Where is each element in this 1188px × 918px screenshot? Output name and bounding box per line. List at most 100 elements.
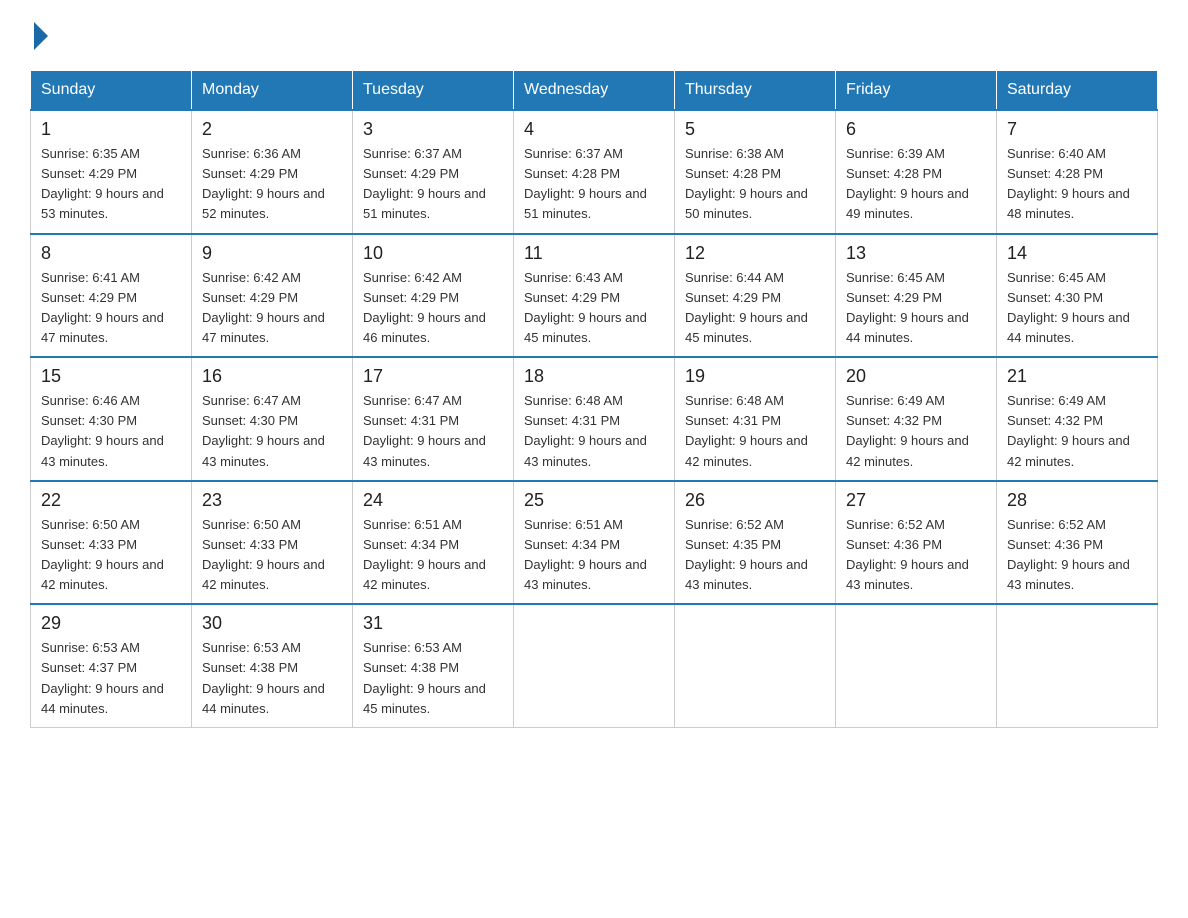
calendar-cell: 10Sunrise: 6:42 AMSunset: 4:29 PMDayligh… [353, 234, 514, 358]
weekday-header-wednesday: Wednesday [514, 71, 675, 111]
weekday-header-saturday: Saturday [997, 71, 1158, 111]
calendar-cell: 4 Sunrise: 6:37 AMSunset: 4:28 PMDaylight… [514, 110, 675, 234]
day-number: 8 [41, 243, 181, 264]
day-number: 13 [846, 243, 986, 264]
day-number: 28 [1007, 490, 1147, 511]
day-info: Sunrise: 6:39 AMSunset: 4:28 PMDaylight:… [846, 144, 986, 225]
day-number: 2 [202, 119, 342, 140]
day-info: Sunrise: 6:42 AMSunset: 4:29 PMDaylight:… [202, 268, 342, 349]
day-info: Sunrise: 6:50 AMSunset: 4:33 PMDaylight:… [202, 515, 342, 596]
calendar-cell [836, 604, 997, 727]
day-number: 9 [202, 243, 342, 264]
day-number: 12 [685, 243, 825, 264]
day-number: 11 [524, 243, 664, 264]
calendar-cell: 14 Sunrise: 6:45 AMSunset: 4:30 PMDayligh… [997, 234, 1158, 358]
logo-arrow-icon [34, 22, 48, 50]
weekday-header-sunday: Sunday [31, 71, 192, 111]
day-info: Sunrise: 6:37 AMSunset: 4:29 PMDaylight:… [363, 144, 503, 225]
calendar-cell: 19 Sunrise: 6:48 AMSunset: 4:31 PMDayligh… [675, 357, 836, 481]
day-number: 22 [41, 490, 181, 511]
calendar-cell: 15 Sunrise: 6:46 AMSunset: 4:30 PMDayligh… [31, 357, 192, 481]
calendar-cell: 9 Sunrise: 6:42 AMSunset: 4:29 PMDaylight… [192, 234, 353, 358]
day-info: Sunrise: 6:51 AMSunset: 4:34 PMDaylight:… [524, 515, 664, 596]
weekday-header-thursday: Thursday [675, 71, 836, 111]
day-info: Sunrise: 6:52 AMSunset: 4:36 PMDaylight:… [846, 515, 986, 596]
day-number: 3 [363, 119, 503, 140]
calendar-cell: 6 Sunrise: 6:39 AMSunset: 4:28 PMDaylight… [836, 110, 997, 234]
day-number: 20 [846, 366, 986, 387]
day-info: Sunrise: 6:49 AMSunset: 4:32 PMDaylight:… [846, 391, 986, 472]
calendar-cell: 12 Sunrise: 6:44 AMSunset: 4:29 PMDayligh… [675, 234, 836, 358]
day-info: Sunrise: 6:41 AMSunset: 4:29 PMDaylight:… [41, 268, 181, 349]
calendar-cell: 22 Sunrise: 6:50 AMSunset: 4:33 PMDayligh… [31, 481, 192, 605]
day-number: 31 [363, 613, 503, 634]
day-number: 23 [202, 490, 342, 511]
day-info: Sunrise: 6:35 AMSunset: 4:29 PMDaylight:… [41, 144, 181, 225]
calendar-cell [514, 604, 675, 727]
calendar-cell: 25 Sunrise: 6:51 AMSunset: 4:34 PMDayligh… [514, 481, 675, 605]
day-number: 5 [685, 119, 825, 140]
day-number: 27 [846, 490, 986, 511]
day-number: 14 [1007, 243, 1147, 264]
calendar-cell: 7 Sunrise: 6:40 AMSunset: 4:28 PMDaylight… [997, 110, 1158, 234]
day-number: 4 [524, 119, 664, 140]
day-info: Sunrise: 6:46 AMSunset: 4:30 PMDaylight:… [41, 391, 181, 472]
calendar-cell: 5Sunrise: 6:38 AMSunset: 4:28 PMDaylight… [675, 110, 836, 234]
day-number: 15 [41, 366, 181, 387]
calendar-cell: 3 Sunrise: 6:37 AMSunset: 4:29 PMDaylight… [353, 110, 514, 234]
day-info: Sunrise: 6:44 AMSunset: 4:29 PMDaylight:… [685, 268, 825, 349]
calendar-cell: 20 Sunrise: 6:49 AMSunset: 4:32 PMDayligh… [836, 357, 997, 481]
calendar-table: SundayMondayTuesdayWednesdayThursdayFrid… [30, 70, 1158, 728]
day-info: Sunrise: 6:53 AMSunset: 4:38 PMDaylight:… [202, 638, 342, 719]
day-number: 1 [41, 119, 181, 140]
day-number: 24 [363, 490, 503, 511]
calendar-cell: 26Sunrise: 6:52 AMSunset: 4:35 PMDayligh… [675, 481, 836, 605]
page-header [30, 20, 1158, 50]
calendar-cell [675, 604, 836, 727]
day-info: Sunrise: 6:50 AMSunset: 4:33 PMDaylight:… [41, 515, 181, 596]
calendar-week-row: 1 Sunrise: 6:35 AMSunset: 4:29 PMDaylight… [31, 110, 1158, 234]
weekday-header-monday: Monday [192, 71, 353, 111]
day-number: 18 [524, 366, 664, 387]
calendar-cell: 11 Sunrise: 6:43 AMSunset: 4:29 PMDayligh… [514, 234, 675, 358]
day-info: Sunrise: 6:47 AMSunset: 4:30 PMDaylight:… [202, 391, 342, 472]
day-number: 25 [524, 490, 664, 511]
day-number: 10 [363, 243, 503, 264]
calendar-cell: 2 Sunrise: 6:36 AMSunset: 4:29 PMDaylight… [192, 110, 353, 234]
day-info: Sunrise: 6:48 AMSunset: 4:31 PMDaylight:… [524, 391, 664, 472]
day-number: 16 [202, 366, 342, 387]
day-info: Sunrise: 6:52 AMSunset: 4:36 PMDaylight:… [1007, 515, 1147, 596]
calendar-cell: 31 Sunrise: 6:53 AMSunset: 4:38 PMDayligh… [353, 604, 514, 727]
day-number: 6 [846, 119, 986, 140]
day-info: Sunrise: 6:37 AMSunset: 4:28 PMDaylight:… [524, 144, 664, 225]
day-info: Sunrise: 6:43 AMSunset: 4:29 PMDaylight:… [524, 268, 664, 349]
day-info: Sunrise: 6:53 AMSunset: 4:38 PMDaylight:… [363, 638, 503, 719]
calendar-header-row: SundayMondayTuesdayWednesdayThursdayFrid… [31, 71, 1158, 111]
day-info: Sunrise: 6:45 AMSunset: 4:29 PMDaylight:… [846, 268, 986, 349]
weekday-header-tuesday: Tuesday [353, 71, 514, 111]
day-number: 19 [685, 366, 825, 387]
calendar-cell: 28 Sunrise: 6:52 AMSunset: 4:36 PMDayligh… [997, 481, 1158, 605]
day-info: Sunrise: 6:40 AMSunset: 4:28 PMDaylight:… [1007, 144, 1147, 225]
day-number: 29 [41, 613, 181, 634]
calendar-cell: 24Sunrise: 6:51 AMSunset: 4:34 PMDayligh… [353, 481, 514, 605]
calendar-cell: 27 Sunrise: 6:52 AMSunset: 4:36 PMDayligh… [836, 481, 997, 605]
calendar-cell: 8 Sunrise: 6:41 AMSunset: 4:29 PMDaylight… [31, 234, 192, 358]
calendar-cell: 23 Sunrise: 6:50 AMSunset: 4:33 PMDayligh… [192, 481, 353, 605]
calendar-cell: 13 Sunrise: 6:45 AMSunset: 4:29 PMDayligh… [836, 234, 997, 358]
calendar-cell: 21 Sunrise: 6:49 AMSunset: 4:32 PMDayligh… [997, 357, 1158, 481]
day-info: Sunrise: 6:47 AMSunset: 4:31 PMDaylight:… [363, 391, 503, 472]
calendar-week-row: 29Sunrise: 6:53 AMSunset: 4:37 PMDayligh… [31, 604, 1158, 727]
calendar-cell: 29Sunrise: 6:53 AMSunset: 4:37 PMDayligh… [31, 604, 192, 727]
day-info: Sunrise: 6:45 AMSunset: 4:30 PMDaylight:… [1007, 268, 1147, 349]
logo [30, 20, 48, 50]
day-info: Sunrise: 6:49 AMSunset: 4:32 PMDaylight:… [1007, 391, 1147, 472]
day-number: 26 [685, 490, 825, 511]
calendar-cell [997, 604, 1158, 727]
day-info: Sunrise: 6:48 AMSunset: 4:31 PMDaylight:… [685, 391, 825, 472]
day-info: Sunrise: 6:36 AMSunset: 4:29 PMDaylight:… [202, 144, 342, 225]
day-number: 21 [1007, 366, 1147, 387]
day-number: 7 [1007, 119, 1147, 140]
day-number: 30 [202, 613, 342, 634]
calendar-cell: 17Sunrise: 6:47 AMSunset: 4:31 PMDayligh… [353, 357, 514, 481]
